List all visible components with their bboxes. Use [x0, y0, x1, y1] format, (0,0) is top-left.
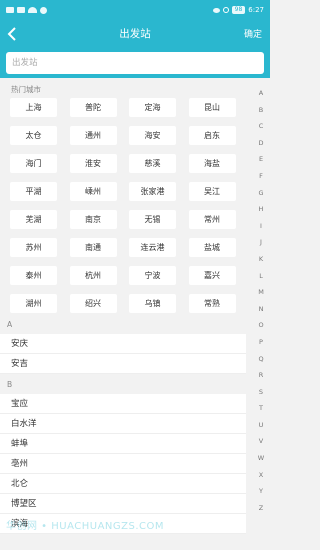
station-list-item[interactable]: 白水洋 — [0, 414, 246, 434]
hot-city-button[interactable]: 南京 — [69, 210, 117, 229]
hot-city-button[interactable]: 平湖 — [10, 182, 57, 201]
station-list-item[interactable]: 安庆 — [0, 334, 246, 354]
index-letter[interactable]: F — [259, 168, 263, 185]
hot-city-button[interactable]: 绍兴 — [69, 294, 117, 313]
hot-city-button[interactable]: 太仓 — [10, 126, 57, 145]
index-letter[interactable]: P — [259, 334, 263, 351]
hot-city-button[interactable]: 湖州 — [10, 294, 57, 313]
eye-icon — [212, 7, 220, 13]
message-icon — [40, 6, 47, 14]
index-letter[interactable]: R — [259, 367, 264, 384]
hot-city-button[interactable]: 嵊州 — [69, 182, 117, 201]
hot-city-button[interactable]: 连云港 — [129, 238, 176, 257]
index-letter[interactable]: M — [258, 284, 264, 301]
hot-city-button[interactable]: 定海 — [129, 98, 176, 117]
signal-icon — [6, 7, 14, 13]
station-list-item[interactable]: 宝应 — [0, 394, 246, 414]
hot-city-button[interactable]: 通州 — [69, 126, 117, 145]
hot-city-button[interactable]: 上海 — [10, 98, 57, 117]
search-input[interactable] — [6, 52, 264, 74]
index-letter[interactable]: U — [259, 417, 264, 434]
hot-city-button[interactable]: 南通 — [69, 238, 117, 257]
index-letter[interactable]: Z — [259, 500, 263, 517]
index-letter[interactable]: V — [259, 433, 263, 450]
hot-city-button[interactable]: 苏州 — [10, 238, 57, 257]
hot-city-button[interactable]: 昆山 — [188, 98, 236, 117]
section-list-a: 安庆 安吉 — [0, 334, 246, 374]
index-letter[interactable]: O — [258, 317, 263, 334]
hot-cities-grid: 上海 普陀 定海 昆山 太仓 通州 海安 启东 海门 淮安 慈溪 海盐 平湖 嵊州 张家港 吴江 芜湖 南京 无锡常… — [10, 98, 242, 313]
alphabet-index[interactable]: ABCDEFGHIJKLMNOPQRSTUVWXYZ — [255, 85, 267, 516]
hot-city-button[interactable]: 常熟 — [188, 294, 236, 313]
status-time: 6:27 — [248, 6, 264, 14]
station-list-item[interactable]: 亳州 — [0, 454, 246, 474]
hot-city-button[interactable]: 慈溪 — [129, 154, 176, 173]
index-letter[interactable]: G — [258, 185, 263, 202]
search-bar — [0, 48, 270, 78]
hot-city-button[interactable]: 启东 — [188, 126, 236, 145]
index-letter[interactable]: C — [259, 118, 264, 135]
section-header-b: B — [7, 380, 13, 389]
alarm-icon — [222, 7, 229, 13]
nav-bar: 出发站 确定 — [0, 20, 270, 48]
index-letter[interactable]: S — [259, 384, 263, 401]
hot-city-button[interactable]: 吴江 — [188, 182, 236, 201]
hot-city-button[interactable]: 盐城 — [188, 238, 236, 257]
page-title: 出发站 — [119, 28, 151, 40]
hot-city-button[interactable]: 海安 — [129, 126, 176, 145]
index-letter[interactable]: N — [259, 301, 264, 318]
index-letter[interactable]: Q — [258, 351, 263, 368]
hot-city-button[interactable]: 常州 — [188, 210, 236, 229]
status-bar: 98 6:27 — [0, 0, 270, 20]
wifi-icon — [28, 7, 37, 13]
station-list-item[interactable]: 安吉 — [0, 354, 246, 374]
index-letter[interactable]: I — [260, 218, 262, 235]
station-list-item[interactable]: 博望区 — [0, 494, 246, 514]
station-list-item[interactable]: 北仑 — [0, 474, 246, 494]
hot-city-button[interactable]: 海门 — [10, 154, 57, 173]
status-right: 98 6:27 — [212, 6, 264, 14]
status-left — [6, 6, 47, 14]
index-letter[interactable]: J — [260, 234, 262, 251]
index-letter[interactable]: X — [259, 467, 263, 484]
hot-city-button[interactable]: 海盐 — [188, 154, 236, 173]
signal2-icon — [17, 7, 25, 13]
hot-city-button[interactable]: 芜湖 — [10, 210, 57, 229]
watermark: 华创网 • HUACHUANGZS.COM — [6, 521, 165, 532]
hot-city-button[interactable]: 宁波 — [129, 266, 176, 285]
section-list-b: 宝应 白水洋 蚌埠 亳州 北仑 博望区 滨海 — [0, 394, 246, 534]
confirm-button[interactable]: 确定 — [244, 27, 262, 40]
station-list-item[interactable]: 蚌埠 — [0, 434, 246, 454]
index-letter[interactable]: Y — [259, 483, 263, 500]
index-letter[interactable]: K — [259, 251, 263, 268]
hot-city-button[interactable]: 杭州 — [69, 266, 117, 285]
index-letter[interactable]: W — [258, 450, 264, 467]
hot-cities-title: 热门城市 — [11, 85, 41, 94]
index-letter[interactable]: L — [259, 268, 263, 285]
hot-city-button[interactable]: 淮安 — [69, 154, 117, 173]
battery-indicator: 98 — [231, 6, 246, 14]
index-letter[interactable]: D — [258, 135, 263, 152]
hot-city-button[interactable]: 无锡 — [129, 210, 176, 229]
index-letter[interactable]: H — [259, 201, 264, 218]
index-letter[interactable]: E — [259, 151, 263, 168]
index-letter[interactable]: T — [259, 400, 263, 417]
hot-city-button[interactable]: 张家港 — [129, 182, 176, 201]
hot-city-button[interactable]: 普陀 — [69, 98, 117, 117]
index-letter[interactable]: A — [259, 85, 263, 102]
hot-city-button[interactable]: 嘉兴 — [188, 266, 236, 285]
hot-city-button[interactable]: 乌镇 — [129, 294, 176, 313]
hot-city-button[interactable]: 泰州 — [10, 266, 57, 285]
index-letter[interactable]: B — [259, 102, 263, 119]
section-header-a: A — [7, 320, 13, 329]
